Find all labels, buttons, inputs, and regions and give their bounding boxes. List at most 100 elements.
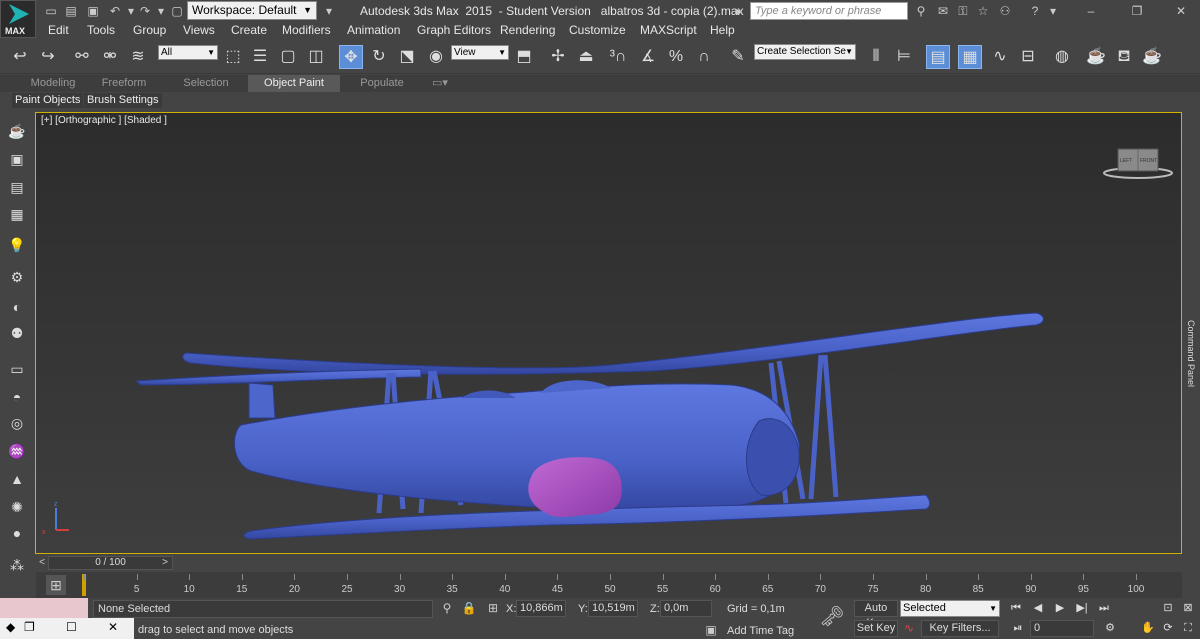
box-icon[interactable]: ▭ <box>6 358 28 380</box>
selection-lock-icon[interactable]: 🔒 <box>460 600 478 616</box>
add-time-tag-button[interactable]: Add Time Tag <box>727 625 794 637</box>
viewcube-left-face[interactable]: LEFT <box>1120 158 1132 164</box>
close-window-icon[interactable]: ✕ <box>1172 3 1190 19</box>
app-logo[interactable]: MAX <box>0 0 36 38</box>
particles-icon[interactable]: ⁂ <box>6 554 28 576</box>
maximize-icon[interactable]: ☐ <box>66 620 77 634</box>
window-crossing-icon[interactable]: ◫ <box>304 45 328 69</box>
set-key-button[interactable]: Set Key <box>854 620 898 637</box>
selection-filter-dropdown[interactable]: All ▼ <box>158 45 218 60</box>
open-file-icon[interactable]: ▤ <box>62 3 80 19</box>
subscription-icon[interactable]: ⚿ <box>954 3 972 19</box>
utilities-icon[interactable]: ⚉ <box>6 322 28 344</box>
menu-help[interactable]: Help <box>710 23 735 37</box>
menu-animation[interactable]: Animation <box>347 23 400 37</box>
y-coordinate-field[interactable]: 10,519m <box>588 600 638 617</box>
workspace-dropdown[interactable]: Workspace: Default ▼ <box>187 1 317 20</box>
save-icon[interactable]: ▣ <box>84 3 102 19</box>
close-icon[interactable]: ✕ <box>108 620 118 634</box>
default-tangent-icon[interactable]: ∿ <box>900 620 918 637</box>
paint-objects-panel[interactable]: Paint Objects <box>12 93 84 108</box>
render-setup-icon[interactable]: ☕ <box>1084 45 1108 69</box>
restore-window-icon[interactable]: ❐ <box>1128 3 1146 19</box>
undo-icon[interactable]: ↩ <box>8 45 32 69</box>
select-and-scale-icon[interactable]: ⬔ <box>395 45 419 69</box>
edit-named-selection-icon[interactable]: ✎ <box>726 45 750 69</box>
menu-customize[interactable]: Customize <box>569 23 626 37</box>
viewcube[interactable]: LEFT FRONT <box>1101 143 1176 183</box>
keyboard-shortcut-override-icon[interactable]: ⏏ <box>574 45 598 69</box>
sphere-blob-object[interactable] <box>524 455 624 520</box>
previous-frame-icon[interactable]: ◀ <box>1030 600 1046 616</box>
autodesk-360-icon[interactable]: ⚇ <box>996 3 1014 19</box>
redo-icon[interactable]: ↪ <box>36 45 60 69</box>
rectangular-selection-icon[interactable]: ▢ <box>276 45 300 69</box>
tab-populate[interactable]: Populate <box>352 75 412 92</box>
key-filters-button[interactable]: Key Filters... <box>921 620 999 637</box>
sphere-icon[interactable]: ● <box>6 522 28 544</box>
light-bulb-icon[interactable]: 💡 <box>6 234 28 256</box>
play-icon[interactable]: ▶ <box>1052 600 1068 616</box>
select-and-move-icon[interactable]: ✥ <box>339 45 363 69</box>
hemisphere-icon[interactable]: ◓ <box>6 386 28 408</box>
rendered-frame-window-icon[interactable]: ⛾ <box>1112 45 1136 69</box>
bind-space-warp-icon[interactable]: ≋ <box>126 45 150 69</box>
auto-key-button[interactable]: Auto Key <box>854 600 898 629</box>
select-by-name-icon[interactable]: ☰ <box>248 45 272 69</box>
angle-snap-icon[interactable]: ∡ <box>636 45 660 69</box>
named-selection-set-dropdown[interactable]: Create Selection Se ▼ <box>754 44 856 60</box>
x-coordinate-field[interactable]: 10,866m <box>516 600 566 617</box>
unlink-icon[interactable]: ⚮ <box>98 45 122 69</box>
z-coordinate-field[interactable]: 0,0m <box>660 600 712 617</box>
menu-rendering[interactable]: Rendering <box>500 23 555 37</box>
time-slider-prev-icon[interactable]: < <box>36 556 48 570</box>
brush-settings-panel[interactable]: Brush Settings <box>84 93 162 108</box>
help-icon[interactable]: ? <box>1026 3 1044 19</box>
menu-tools[interactable]: Tools <box>87 23 115 37</box>
open-mini-curve-editor-icon[interactable]: ⊞ <box>46 575 66 595</box>
maxscript-listener-mini[interactable] <box>0 598 88 618</box>
current-frame-field[interactable]: 0 <box>1030 620 1094 637</box>
motion-icon[interactable]: ▦ <box>6 203 28 225</box>
spinner-snap-icon[interactable]: ∩ <box>692 45 716 69</box>
menu-create[interactable]: Create <box>231 23 267 37</box>
scene-explorer-icon[interactable]: ▤ <box>926 45 950 69</box>
time-tag-icon[interactable]: ▣ <box>702 622 720 638</box>
search-binoculars-icon[interactable]: ⚲ <box>912 3 930 19</box>
ribbon-options-icon[interactable]: ▭▾ <box>428 75 452 92</box>
time-slider-next-icon[interactable]: > <box>159 556 171 570</box>
pan-view-icon[interactable]: ✋ <box>1140 620 1156 636</box>
tab-selection[interactable]: Selection <box>176 75 236 92</box>
align-icon[interactable]: ⊨ <box>892 45 916 69</box>
menu-maxscript[interactable]: MAXScript <box>640 23 697 37</box>
modify-panel-icon[interactable]: ▣ <box>6 148 28 170</box>
project-folder-icon[interactable]: ▢ <box>168 3 186 19</box>
next-frame-icon[interactable]: ▶| <box>1074 600 1090 616</box>
menu-modifiers[interactable]: Modifiers <box>282 23 331 37</box>
camera-icon[interactable]: ⚙ <box>6 266 28 288</box>
absolute-mode-icon[interactable]: ⊞ <box>484 600 502 616</box>
select-manipulate-icon[interactable]: ✢ <box>546 45 570 69</box>
select-and-link-icon[interactable]: ⚯ <box>70 45 94 69</box>
track-bar[interactable]: ⊞ 5 10 15 20 25 30 35 40 45 50 55 60 65 70 75 80 85 90 95 1… <box>36 572 1182 598</box>
viewport-orthographic[interactable]: [+] [Orthographic ] [Shaded ] LEFT FRONT <box>35 112 1182 554</box>
torus-icon[interactable]: ◎ <box>6 412 28 434</box>
go-to-end-icon[interactable]: ⏭ <box>1096 600 1112 616</box>
tab-object-paint[interactable]: Object Paint <box>248 75 340 92</box>
menu-edit[interactable]: Edit <box>48 23 69 37</box>
tab-freeform[interactable]: Freeform <box>94 75 154 92</box>
menu-graph-editors[interactable]: Graph Editors <box>417 23 491 37</box>
display-icon[interactable]: ◐ <box>6 296 28 318</box>
select-and-place-icon[interactable]: ◉ <box>424 45 448 69</box>
schematic-view-icon[interactable]: ⊟ <box>1016 45 1040 69</box>
isolate-selection-icon[interactable]: ⚲ <box>438 600 456 616</box>
restore-icon[interactable]: ❐ <box>24 620 35 634</box>
help-toggle-icon[interactable]: ▸ <box>730 3 748 19</box>
key-mode-dropdown[interactable]: Selected ▼ <box>900 600 1000 617</box>
time-configuration-icon[interactable]: ⚙ <box>1102 620 1118 636</box>
layer-explorer-icon[interactable]: ▦ <box>958 45 982 69</box>
time-slider[interactable]: < 0 / 100 > <box>36 556 1182 570</box>
cone-icon[interactable]: ▲ <box>6 468 28 490</box>
tab-modeling[interactable]: Modeling <box>20 75 86 92</box>
hierarchy-icon[interactable]: ▤ <box>6 176 28 198</box>
